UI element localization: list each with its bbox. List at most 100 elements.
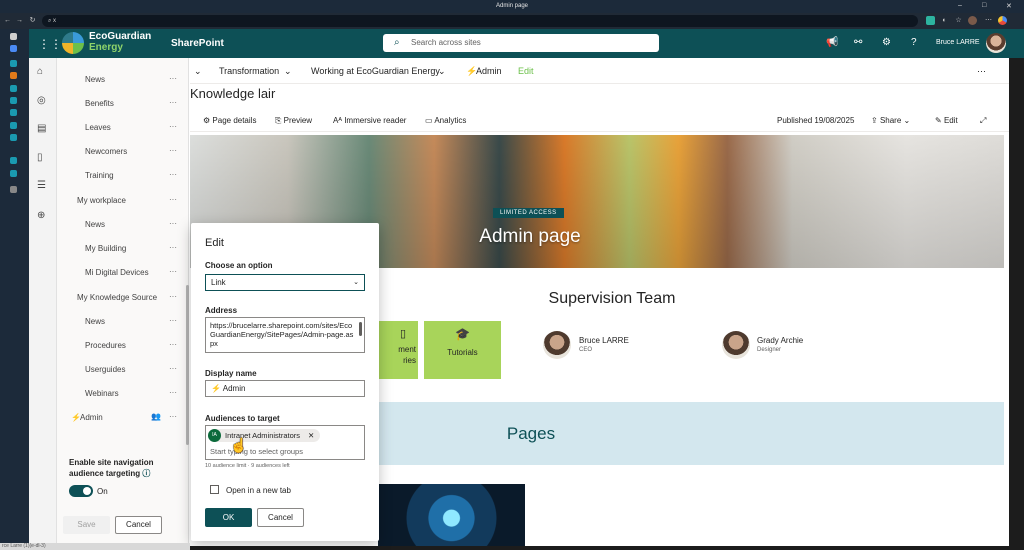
person-name[interactable]: Grady Archie [757,336,803,345]
topnav-working[interactable]: Working at EcoGuardian Energy [311,66,440,76]
person-name[interactable]: Bruce LARRE [579,336,629,345]
new-tab-checkbox[interactable] [210,485,219,494]
more-icon[interactable]: ··· [169,316,177,325]
topnav-transformation[interactable]: Transformation [219,66,279,76]
more-icon[interactable]: ··· [169,219,177,228]
nav-item[interactable]: My Building [85,244,126,253]
nav-item[interactable]: Userguides [85,365,125,374]
tab-icon[interactable] [10,85,17,92]
nav-item[interactable]: News [85,220,105,229]
chevron-down-icon[interactable]: ⌄ [194,66,202,77]
page-details-button[interactable]: ⚙ Page details [203,116,256,125]
share-button[interactable]: ⇪ Share ⌄ [871,116,910,125]
address-scrollbar[interactable] [359,322,362,336]
more-icon[interactable]: ··· [169,412,177,421]
refresh-icon[interactable]: ↻ [28,16,37,25]
nav-item[interactable]: Leaves [85,123,111,132]
nav-item[interactable]: Procedures [85,341,126,350]
address-field[interactable]: https://brucelarre.sharepoint.com/sites/… [205,317,365,353]
analytics-button[interactable]: ▭ Analytics [425,116,466,125]
profile-icon[interactable] [968,16,977,25]
nav-item[interactable]: News [85,317,105,326]
back-icon[interactable]: ← [3,16,12,25]
edit-button[interactable]: ✎ Edit [935,116,958,125]
forward-icon[interactable]: → [15,16,24,25]
add-tab-icon[interactable] [10,186,17,193]
person-photo[interactable] [722,331,750,359]
nav-item[interactable]: Training [85,171,114,180]
quicklink-tile-documents[interactable]: ▯ ment ries [378,321,418,379]
extension-icon[interactable] [926,16,935,25]
menu-icon[interactable]: ⋯ [984,16,993,25]
more-icon[interactable]: ··· [169,388,177,397]
chevron-down-icon[interactable]: ⌄ [284,66,292,77]
remove-chip-icon[interactable]: ✕ [308,431,314,440]
megaphone-icon[interactable]: 📢 [826,37,838,48]
panel-cancel-button[interactable]: Cancel [257,508,304,527]
tab-icon[interactable] [10,60,17,67]
nav-item[interactable]: News [85,75,105,84]
nav-item[interactable]: Newcomers [85,147,127,156]
globe-icon[interactable]: ◎ [37,95,46,106]
share-network-icon[interactable]: ⚯ [854,37,862,48]
add-icon[interactable]: ⊕ [37,210,45,221]
tab-icon[interactable] [10,97,17,104]
more-icon[interactable]: ··· [169,267,177,276]
quicklink-tile-tutorials[interactable]: 🎓 Tutorials [424,321,501,379]
more-icon[interactable]: ··· [169,170,177,179]
tab-icon[interactable] [10,45,17,52]
nav-cancel-button[interactable]: Cancel [115,516,162,534]
app-name[interactable]: SharePoint [171,38,224,49]
avatar[interactable] [986,33,1006,53]
nav-item[interactable]: My workplace [77,196,126,205]
display-name-field[interactable]: ⚡ Admin [205,380,365,397]
audience-chip[interactable]: IA Intranet Administrators ✕ [208,429,321,442]
more-icon[interactable]: ··· [169,98,177,107]
nav-scrollbar[interactable] [186,285,189,445]
nav-item[interactable]: Mi Digital Devices [85,268,149,277]
topnav-edit[interactable]: Edit [518,66,534,76]
option-dropdown[interactable]: Link ⌄ [205,274,365,291]
expand-icon[interactable]: ⤢ [980,116,986,126]
user-name[interactable]: Bruce LARRE [936,39,980,46]
nav-item[interactable]: My Knowledge Source [77,293,157,302]
chevron-down-icon[interactable]: ⌄ [438,66,446,77]
gear-icon[interactable]: ⚙ [882,37,891,48]
tab-icon[interactable] [10,109,17,116]
page-thumbnail[interactable] [378,484,525,546]
more-icon[interactable]: ··· [169,340,177,349]
tab-icon[interactable] [10,134,17,141]
more-icon[interactable]: ··· [169,122,177,131]
search-box[interactable]: ⌕ Search across sites [383,34,659,52]
maximize-icon[interactable]: □ [982,2,986,9]
more-icon[interactable]: ··· [169,146,177,155]
list-icon[interactable]: ☰ [37,180,46,191]
more-icon[interactable]: ⋯ [977,66,986,77]
more-icon[interactable]: ··· [169,292,177,301]
help-icon[interactable]: ? [911,37,917,48]
person-photo[interactable] [543,331,571,359]
preview-button[interactable]: ⎘ Preview [275,116,312,126]
file-icon[interactable]: ▯ [37,152,43,163]
reader-icon[interactable]: ◐ [940,16,949,25]
ok-button[interactable]: OK [205,508,252,527]
audience-picker[interactable]: IA Intranet Administrators ✕ Start typing … [205,425,365,460]
nav-item-admin[interactable]: Admin [80,413,103,422]
more-icon[interactable]: ··· [169,195,177,204]
tab-icon[interactable] [10,157,17,164]
news-icon[interactable]: ▤ [37,123,46,134]
copilot-icon[interactable] [998,16,1007,25]
nav-item[interactable]: Webinars [85,389,119,398]
save-button[interactable]: Save [63,516,110,534]
tab-icon[interactable] [10,33,17,40]
tab-icon[interactable] [10,170,17,177]
nav-item[interactable]: Benefits [85,99,114,108]
immersive-reader-button[interactable]: Aᴬ Immersive reader [333,116,406,125]
favorite-icon[interactable]: ☆ [954,16,963,25]
more-icon[interactable]: ··· [169,74,177,83]
targeting-toggle[interactable] [69,485,93,497]
topnav-admin[interactable]: Admin [476,66,502,76]
brand-name[interactable]: EcoGuardian Energy [89,31,159,53]
tab-icon[interactable] [10,122,17,129]
close-icon[interactable]: ✕ [1006,2,1012,10]
